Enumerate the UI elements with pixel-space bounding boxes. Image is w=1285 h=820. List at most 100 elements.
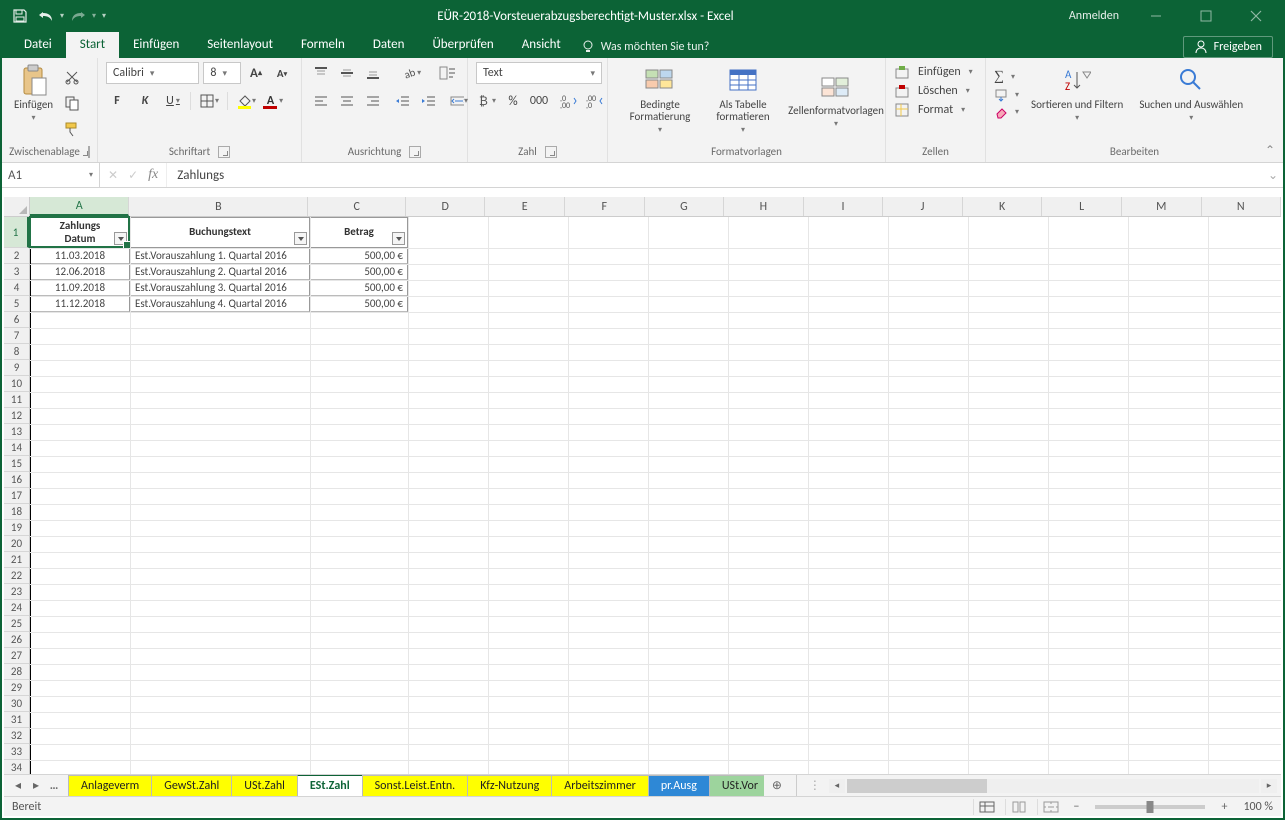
filter-dropdown-icon[interactable] <box>392 232 405 245</box>
sheet-tab[interactable]: Sonst.Leist.Entn. <box>362 775 469 796</box>
row-header[interactable]: 33 <box>4 744 29 760</box>
row-header[interactable]: 24 <box>4 600 29 616</box>
find-select-button[interactable]: Suchen und Auswählen▾ <box>1135 62 1247 125</box>
row-header[interactable]: 2 <box>4 248 29 264</box>
sheet-tab[interactable]: GewSt.Zahl <box>151 775 232 796</box>
row-header[interactable]: 28 <box>4 664 29 680</box>
cell-styles-button[interactable]: Zellenformatvorlagen▾ <box>782 68 890 131</box>
page-break-view-icon[interactable] <box>1037 799 1063 815</box>
page-layout-view-icon[interactable] <box>1005 799 1031 815</box>
increase-decimal-icon[interactable]: ,0,00 <box>558 90 580 112</box>
share-button[interactable]: Freigeben <box>1183 36 1273 58</box>
zoom-level[interactable]: 100 % <box>1243 800 1273 814</box>
borders-icon[interactable]: ▾ <box>197 90 221 112</box>
redo-icon[interactable] <box>66 4 90 28</box>
bold-button[interactable]: F <box>106 90 128 112</box>
table-cell[interactable]: 11.09.2018 <box>30 280 130 296</box>
table-cell[interactable]: 500,00 € <box>310 248 408 264</box>
sheet-tabs[interactable]: AnlagevermGewSt.ZahlUSt.ZahlESt.ZahlSons… <box>68 775 764 796</box>
row-header[interactable]: 19 <box>4 520 29 536</box>
row-header[interactable]: 32 <box>4 728 29 744</box>
insert-cells-button[interactable]: Einfügen▾ <box>894 64 977 80</box>
undo-icon[interactable] <box>34 4 58 28</box>
row-header[interactable]: 23 <box>4 584 29 600</box>
format-painter-icon[interactable] <box>61 118 83 140</box>
normal-view-icon[interactable] <box>973 799 999 815</box>
fx-icon[interactable]: fx <box>148 167 158 183</box>
column-header[interactable]: A <box>30 197 129 216</box>
row-header[interactable]: 15 <box>4 456 29 472</box>
column-headers[interactable]: ABCDEFGHIJKLMN <box>30 197 1281 217</box>
clipboard-dialog-launcher[interactable] <box>88 146 90 158</box>
collapse-ribbon-icon[interactable]: ⌃ <box>1265 143 1275 158</box>
row-header[interactable]: 6 <box>4 312 29 328</box>
merge-center-icon[interactable]: ▾ <box>448 90 470 112</box>
table-cell[interactable]: 500,00 € <box>310 296 408 312</box>
alignment-dialog-launcher[interactable] <box>409 146 421 158</box>
row-header[interactable]: 8 <box>4 344 29 360</box>
column-header[interactable]: G <box>645 197 725 216</box>
column-header[interactable]: L <box>1042 197 1122 216</box>
sheet-tab[interactable]: pr.Ausg <box>648 775 710 796</box>
row-header[interactable]: 10 <box>4 376 29 392</box>
sheet-tab[interactable]: Anlageverm <box>68 775 152 796</box>
tab-home[interactable]: Start <box>66 32 119 58</box>
column-header[interactable]: B <box>129 197 308 216</box>
expand-formula-bar-icon[interactable]: ⌄ <box>1263 163 1283 187</box>
wrap-text-icon[interactable] <box>437 62 459 84</box>
tab-view[interactable]: Ansicht <box>508 32 575 58</box>
sheet-tab[interactable]: Kfz-Nutzung <box>467 775 552 796</box>
table-cell[interactable]: Est.Vorauszahlung 4. Quartal 2016 <box>130 296 310 312</box>
row-header[interactable]: 12 <box>4 408 29 424</box>
table-cell[interactable]: Est.Vorauszahlung 1. Quartal 2016 <box>130 248 310 264</box>
row-header[interactable]: 7 <box>4 328 29 344</box>
sort-filter-button[interactable]: AZ Sortieren und Filtern▾ <box>1027 62 1127 125</box>
enter-formula-icon[interactable]: ✓ <box>128 168 138 183</box>
copy-icon[interactable] <box>61 92 83 114</box>
sheet-nav-more-icon[interactable]: … <box>46 779 62 793</box>
column-header[interactable]: C <box>308 197 405 216</box>
increase-font-icon[interactable]: A▴ <box>245 62 267 84</box>
conditional-formatting-button[interactable]: Bedingte Formatierung▾ <box>616 62 704 137</box>
number-dialog-launcher[interactable] <box>545 146 557 158</box>
row-header[interactable]: 21 <box>4 552 29 568</box>
row-header[interactable]: 13 <box>4 424 29 440</box>
cut-icon[interactable] <box>61 66 83 88</box>
row-header[interactable]: 30 <box>4 696 29 712</box>
row-header[interactable]: 17 <box>4 488 29 504</box>
table-cell[interactable]: 11.03.2018 <box>30 248 130 264</box>
decrease-decimal-icon[interactable]: ,00,0 <box>584 90 606 112</box>
hscroll-thumb[interactable] <box>847 779 987 793</box>
column-header[interactable]: D <box>406 197 486 216</box>
paste-button[interactable]: Einfügen ▾ <box>10 62 57 125</box>
row-header[interactable]: 31 <box>4 712 29 728</box>
tab-formulas[interactable]: Formeln <box>287 32 359 58</box>
format-as-table-button[interactable]: Als Tabelle formatieren▾ <box>704 62 782 137</box>
select-all-button[interactable] <box>4 197 30 217</box>
number-format-combo[interactable]: Text▾ <box>476 62 602 84</box>
worksheet-grid[interactable]: ABCDEFGHIJKLMN 1234567891011121314151617… <box>4 197 1281 774</box>
sheet-nav-next-icon[interactable]: ▸ <box>28 778 44 793</box>
sheet-tab[interactable]: USt.Zahl <box>231 775 298 796</box>
row-header[interactable]: 14 <box>4 440 29 456</box>
row-header[interactable]: 3 <box>4 264 29 280</box>
row-header[interactable]: 11 <box>4 392 29 408</box>
tab-insert[interactable]: Einfügen <box>119 32 193 58</box>
italic-button[interactable]: K <box>134 90 156 112</box>
row-header[interactable]: 25 <box>4 616 29 632</box>
formula-input[interactable]: Zahlungs <box>167 163 1263 187</box>
column-header[interactable]: E <box>485 197 565 216</box>
align-top-icon[interactable] <box>310 62 332 84</box>
save-icon[interactable] <box>8 4 32 28</box>
align-left-icon[interactable] <box>310 90 332 112</box>
row-header[interactable]: 4 <box>4 280 29 296</box>
column-header[interactable]: F <box>565 197 645 216</box>
table-header-cell[interactable]: Betrag <box>310 217 408 248</box>
hscroll-right-icon[interactable]: ▸ <box>1261 779 1277 793</box>
add-sheet-button[interactable]: ⊕ <box>764 775 790 796</box>
table-header-cell[interactable]: Buchungstext <box>130 217 310 248</box>
row-headers[interactable]: 1234567891011121314151617181920212223242… <box>4 217 30 774</box>
horizontal-scrollbar[interactable] <box>847 779 1259 793</box>
autosum-button[interactable]: ∑▾ <box>994 69 1019 85</box>
column-header[interactable]: M <box>1122 197 1202 216</box>
